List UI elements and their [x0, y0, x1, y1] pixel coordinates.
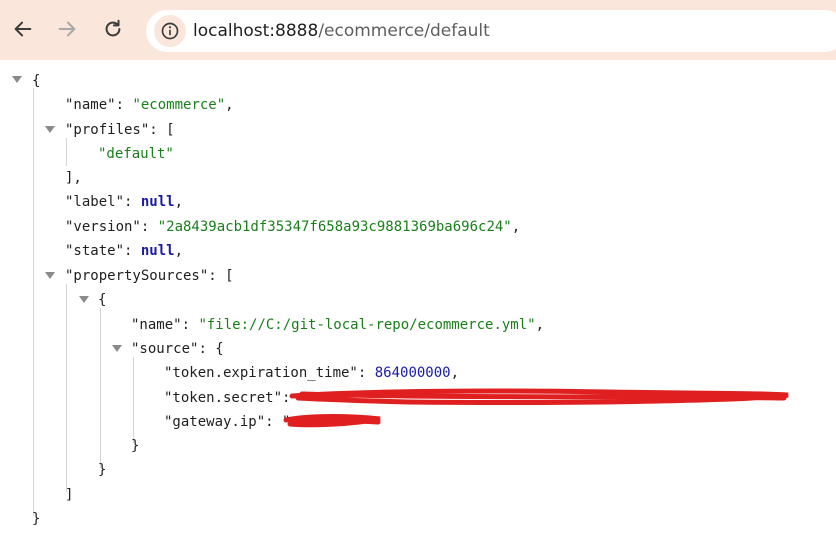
- json-line-ps-name: "name": "file://C:/git-local-repo/ecomme…: [131, 317, 545, 333]
- json-line-array-close: ]: [65, 487, 74, 503]
- collapse-arrow-icon[interactable]: [45, 272, 55, 279]
- json-line-profiles-item: "default": [98, 146, 174, 162]
- token-secret-redaction: [289, 388, 789, 406]
- gateway-ip-redaction: [283, 414, 381, 428]
- json-line-source: "source": {: [131, 341, 224, 357]
- indent-guide: [66, 284, 67, 492]
- json-line-property-sources: "propertySources": [: [65, 268, 234, 284]
- url-path: /ecommerce/default: [318, 21, 490, 41]
- json-line-token-secret: "token.secret": ": [164, 390, 308, 406]
- collapse-arrow-icon[interactable]: [12, 76, 22, 83]
- json-line-state: "state": null,: [65, 243, 184, 259]
- url-host: localhost:8888: [193, 21, 319, 41]
- collapse-arrow-icon[interactable]: [112, 345, 122, 352]
- collapse-arrow-icon[interactable]: [79, 296, 89, 303]
- indent-guide: [66, 138, 67, 166]
- json-close-brace: }: [32, 511, 41, 527]
- forward-arrow-icon: [58, 21, 76, 37]
- json-line-label: "label": null,: [65, 194, 184, 210]
- json-line-version: "version": "2a8439acb1df35347f658a93c988…: [65, 219, 521, 235]
- url-text[interactable]: localhost:8888/ecommerce/default: [193, 20, 490, 42]
- json-line-gateway-ip: "gateway.ip": ": [164, 414, 291, 430]
- forward-button[interactable]: [50, 12, 84, 46]
- json-line-source-close: }: [131, 438, 140, 454]
- reload-button[interactable]: [96, 12, 130, 46]
- site-info-button[interactable]: [154, 15, 186, 47]
- json-line-token-expiration: "token.expiration_time": 864000000,: [164, 365, 460, 381]
- json-line-profiles: "profiles": [: [65, 122, 175, 138]
- address-bar[interactable]: localhost:8888/ecommerce/default: [146, 10, 836, 52]
- json-line-ps-open: {: [98, 292, 107, 308]
- collapse-arrow-icon[interactable]: [45, 126, 55, 133]
- back-button[interactable]: [6, 12, 40, 46]
- json-open-brace: {: [32, 73, 41, 89]
- json-line-profiles-close: ],: [65, 170, 82, 186]
- site-info-icon: [161, 22, 179, 40]
- browser-toolbar: localhost:8888/ecommerce/default: [0, 0, 836, 60]
- json-viewer: { "name": "ecommerce", "profiles": [ "de…: [0, 60, 836, 543]
- json-line-ps-close: }: [98, 462, 107, 478]
- back-arrow-icon: [14, 21, 32, 37]
- indent-guide: [133, 357, 134, 443]
- reload-icon: [105, 19, 121, 37]
- indent-guide: [100, 308, 101, 468]
- json-line-name: "name": "ecommerce",: [65, 97, 234, 113]
- indent-guide: [33, 88, 34, 516]
